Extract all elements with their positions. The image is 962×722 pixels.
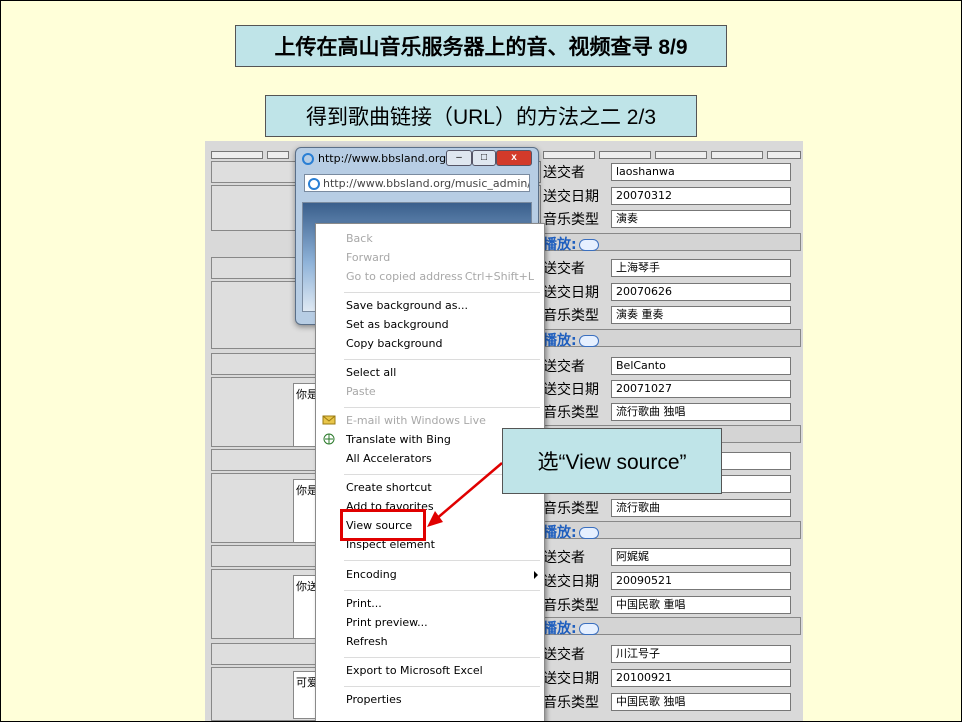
menu-item-forward[interactable]: Forward — [346, 251, 390, 264]
menu-item-copy-background[interactable]: Copy background — [346, 337, 442, 350]
date-label: 送交日期 — [543, 382, 599, 398]
play-label: 播放: — [543, 525, 577, 541]
type-label: 音乐类型 — [543, 405, 599, 421]
menu-separator — [344, 657, 540, 658]
date-label: 送交日期 — [543, 574, 599, 590]
type-label: 音乐类型 — [543, 501, 599, 517]
type-label: 音乐类型 — [543, 598, 599, 614]
slide-title: 上传在高山音乐服务器上的音、视频查寻 8/9 — [235, 25, 727, 67]
menu-item-email-windows-live[interactable]: E-mail with Windows Live — [346, 414, 486, 427]
type-field: 演奏 重奏 — [611, 306, 791, 324]
address-bar[interactable]: http://www.bbsland.org/music_admin/clip — [304, 174, 530, 192]
slide: 上传在高山音乐服务器上的音、视频查寻 8/9 得到歌曲链接（URL）的方法之二 … — [0, 0, 962, 722]
play-label: 播放: — [543, 333, 577, 349]
menu-separator — [344, 359, 540, 360]
close-button[interactable]: x — [496, 150, 532, 166]
menu-item-export-to-excel[interactable]: Export to Microsoft Excel — [346, 664, 483, 677]
header-bar — [655, 151, 707, 159]
submitter-label: 送交者 — [543, 359, 585, 375]
window-title: http://www.bbsland.org/... — [318, 152, 461, 165]
date-field: 20070312 — [611, 187, 791, 205]
header-bar — [543, 151, 595, 159]
date-field: 20100921 — [611, 669, 791, 687]
menu-item-print-preview[interactable]: Print preview... — [346, 616, 428, 629]
menu-separator — [344, 407, 540, 408]
menu-item-refresh[interactable]: Refresh — [346, 635, 388, 648]
submitter-label: 送交者 — [543, 550, 585, 566]
type-field: 流行歌曲 独唱 — [611, 403, 791, 421]
date-label: 送交日期 — [543, 189, 599, 205]
submenu-arrow-icon — [534, 571, 538, 579]
play-icon[interactable] — [578, 527, 599, 539]
callout-box: 选“View source” — [502, 428, 722, 494]
menu-separator — [344, 292, 540, 293]
view-source-highlight — [340, 509, 426, 541]
menu-separator — [344, 560, 540, 561]
submitter-field: 川江号子 — [611, 645, 791, 663]
submitter-label: 送交者 — [543, 647, 585, 663]
play-icon[interactable] — [578, 623, 599, 635]
menu-item-back[interactable]: Back — [346, 232, 373, 245]
menu-item-set-as-background[interactable]: Set as background — [346, 318, 449, 331]
menu-separator — [344, 686, 540, 687]
play-icon[interactable] — [578, 239, 599, 251]
menu-item-encoding[interactable]: Encoding — [346, 568, 397, 581]
submitter-field: 阿娓娓 — [611, 548, 791, 566]
minimize-button[interactable]: – — [446, 150, 472, 166]
date-label: 送交日期 — [543, 285, 599, 301]
type-label: 音乐类型 — [543, 695, 599, 711]
play-label: 播放: — [543, 237, 577, 253]
submitter-label: 送交者 — [543, 165, 585, 181]
submitter-label: 送交者 — [543, 261, 585, 277]
play-icon[interactable] — [578, 335, 599, 347]
type-field: 中国民歌 独唱 — [611, 693, 791, 711]
submitter-field: 上海琴手 — [611, 259, 791, 277]
header-bar — [711, 151, 763, 159]
type-label: 音乐类型 — [543, 308, 599, 324]
menu-item-select-all[interactable]: Select all — [346, 366, 396, 379]
date-field: 20090521 — [611, 572, 791, 590]
menu-item-create-shortcut[interactable]: Create shortcut — [346, 481, 432, 494]
play-label: 播放: — [543, 621, 577, 637]
date-label: 送交日期 — [543, 671, 599, 687]
menu-item-properties[interactable]: Properties — [346, 693, 402, 706]
type-field: 流行歌曲 — [611, 499, 791, 517]
ie-icon — [302, 153, 314, 165]
date-field: 20071027 — [611, 380, 791, 398]
submitter-field: BelCanto — [611, 357, 791, 375]
slide-subtitle: 得到歌曲链接（URL）的方法之二 2/3 — [265, 95, 697, 137]
menu-item-go-to-copied-address[interactable]: Go to copied address — [346, 270, 463, 283]
type-field: 中国民歌 重唱 — [611, 596, 791, 614]
date-field: 20070626 — [611, 283, 791, 301]
ie-icon — [308, 178, 320, 190]
menu-item-all-accelerators[interactable]: All Accelerators — [346, 452, 432, 465]
type-label: 音乐类型 — [543, 212, 599, 228]
menu-separator — [344, 590, 540, 591]
windows-live-mail-icon — [322, 415, 336, 425]
menu-item-translate-with-bing[interactable]: Translate with Bing — [346, 433, 451, 446]
menu-item-paste[interactable]: Paste — [346, 385, 376, 398]
maximize-button[interactable]: □ — [472, 150, 496, 166]
play-link[interactable]: 播放: — [543, 618, 599, 638]
header-bar — [211, 151, 263, 159]
translate-icon — [323, 433, 335, 445]
shortcut-text: Ctrl+Shift+L — [464, 270, 534, 283]
type-field: 演奏 — [611, 210, 791, 228]
menu-item-print[interactable]: Print... — [346, 597, 382, 610]
submitter-field: laoshanwa — [611, 163, 791, 181]
play-link[interactable]: 播放: — [543, 330, 599, 350]
header-bar — [267, 151, 289, 159]
menu-item-save-background[interactable]: Save background as... — [346, 299, 468, 312]
header-bar — [599, 151, 651, 159]
play-link[interactable]: 播放: — [543, 234, 599, 254]
header-bar — [767, 151, 801, 159]
play-link[interactable]: 播放: — [543, 522, 599, 542]
